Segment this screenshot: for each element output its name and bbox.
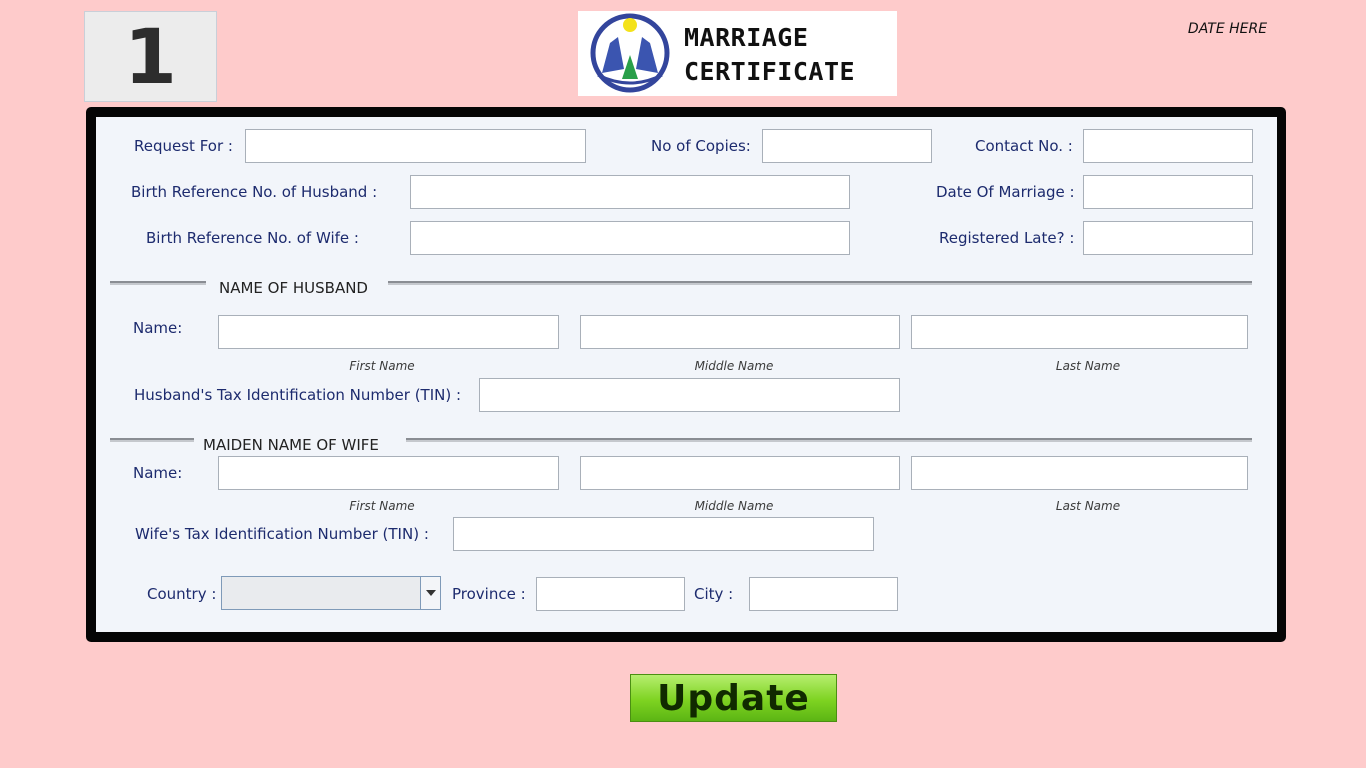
praying-hands-logo-icon: [590, 13, 670, 93]
country-label: Country :: [147, 585, 217, 603]
contact-input[interactable]: [1083, 129, 1253, 163]
wife-birth-ref-input[interactable]: [410, 221, 850, 255]
husband-section-title: NAME OF HUSBAND: [219, 279, 368, 297]
city-label: City :: [694, 585, 734, 603]
section-divider: [406, 438, 1252, 442]
wife-first-name-input[interactable]: [218, 456, 559, 490]
date-of-marriage-input[interactable]: [1083, 175, 1253, 209]
city-input[interactable]: [749, 577, 898, 611]
husband-birth-ref-input[interactable]: [410, 175, 850, 209]
marriage-certificate-logo: MARRIAGE CERTIFICATE: [578, 11, 897, 96]
step-number-badge: 1: [84, 11, 217, 102]
husband-birth-ref-label: Birth Reference No. of Husband :: [131, 183, 378, 201]
first-name-caption: First Name: [349, 359, 415, 373]
husband-last-name-input[interactable]: [911, 315, 1248, 349]
request-for-label: Request For :: [134, 137, 233, 155]
logo-title-line2: CERTIFICATE: [684, 57, 856, 86]
country-select[interactable]: [221, 576, 441, 610]
request-for-input[interactable]: [245, 129, 586, 163]
section-divider: [110, 281, 206, 285]
wife-section-title: MAIDEN NAME OF WIFE: [203, 436, 379, 454]
husband-tin-input[interactable]: [479, 378, 900, 412]
registered-late-input[interactable]: [1083, 221, 1253, 255]
section-divider: [110, 438, 194, 442]
middle-name-caption: Middle Name: [694, 499, 774, 513]
wife-name-label: Name:: [133, 464, 183, 482]
wife-tin-label: Wife's Tax Identification Number (TIN) :: [135, 525, 429, 543]
logo-title-line1: MARRIAGE: [684, 23, 809, 52]
section-divider: [388, 281, 1252, 285]
last-name-caption: Last Name: [1055, 359, 1121, 373]
husband-tin-label: Husband's Tax Identification Number (TIN…: [134, 386, 462, 404]
wife-birth-ref-label: Birth Reference No. of Wife :: [146, 229, 359, 247]
husband-name-label: Name:: [133, 319, 183, 337]
contact-label: Contact No. :: [975, 137, 1073, 155]
wife-middle-name-input[interactable]: [580, 456, 900, 490]
wife-tin-input[interactable]: [453, 517, 874, 551]
chevron-down-icon[interactable]: [420, 577, 440, 609]
copies-input[interactable]: [762, 129, 932, 163]
husband-first-name-input[interactable]: [218, 315, 559, 349]
registered-late-label: Registered Late? :: [939, 229, 1075, 247]
wife-last-name-input[interactable]: [911, 456, 1248, 490]
province-input[interactable]: [536, 577, 685, 611]
copies-label: No of Copies:: [651, 137, 751, 155]
date-of-marriage-label: Date Of Marriage :: [936, 183, 1075, 201]
first-name-caption: First Name: [349, 499, 415, 513]
date-display: DATE HERE: [1187, 21, 1268, 37]
husband-middle-name-input[interactable]: [580, 315, 900, 349]
province-label: Province :: [452, 585, 526, 603]
last-name-caption: Last Name: [1055, 499, 1121, 513]
middle-name-caption: Middle Name: [694, 359, 774, 373]
update-button[interactable]: Update: [630, 674, 837, 722]
